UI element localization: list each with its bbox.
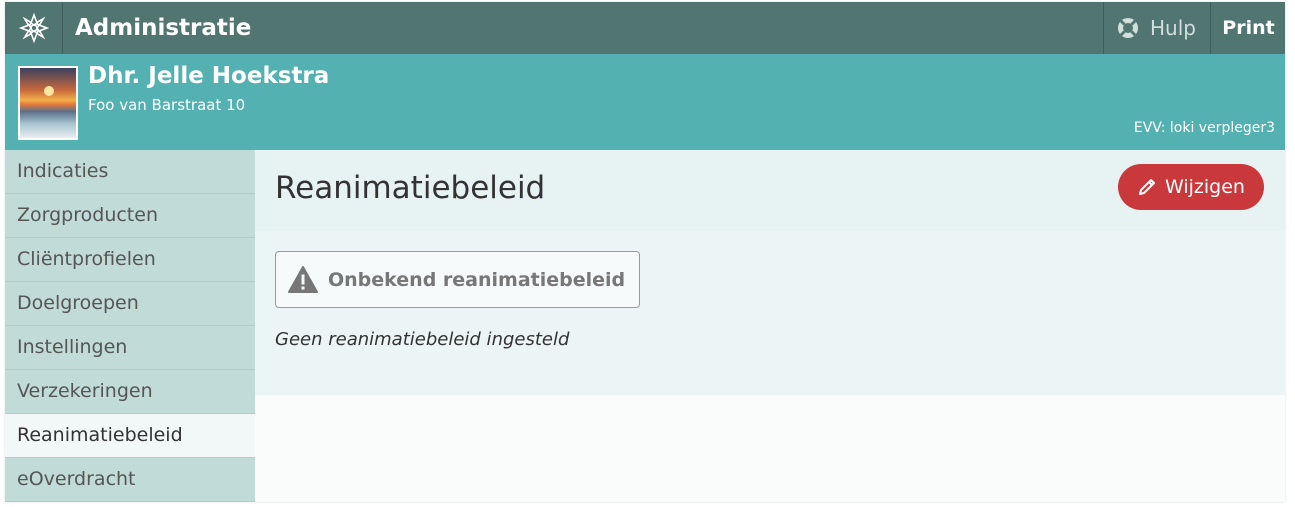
sidebar-item-reanimatiebeleid[interactable]: Reanimatiebeleid	[5, 414, 255, 458]
empty-state-note: Geen reanimatiebeleid ingesteld	[275, 329, 570, 350]
lifebuoy-icon	[1118, 18, 1138, 38]
status-label: Onbekend reanimatiebeleid	[328, 268, 626, 291]
patient-banner: Dhr. Jelle Hoekstra Foo van Barstraat 10…	[5, 54, 1285, 150]
edit-button-label: Wijzigen	[1165, 176, 1245, 198]
content-area: Onbekend reanimatiebeleid Geen reanimati…	[255, 231, 1285, 395]
evv-label: EVV: loki verpleger3	[1133, 120, 1275, 136]
sidebar-item-zorgproducten[interactable]: Zorgproducten	[5, 194, 255, 238]
sidebar-nav: Indicaties Zorgproducten Cliëntprofielen…	[5, 150, 255, 502]
help-label: Hulp	[1150, 16, 1196, 40]
app-window: Administratie Hulp Print Dhr. Jelle Hoek…	[5, 2, 1285, 502]
print-button[interactable]: Print	[1210, 2, 1286, 54]
main-header: Reanimatiebeleid Wijzigen	[255, 150, 1285, 231]
status-badge: Onbekend reanimatiebeleid	[275, 251, 641, 308]
patient-address: Foo van Barstraat 10	[88, 96, 246, 114]
main-panel: Reanimatiebeleid Wijzigen Onbekend reani…	[255, 150, 1285, 502]
sidebar-item-doelgroepen[interactable]: Doelgroepen	[5, 282, 255, 326]
sidebar-item-instellingen[interactable]: Instellingen	[5, 326, 255, 370]
flower-logo-icon[interactable]	[5, 2, 63, 54]
page-title: Reanimatiebeleid	[275, 170, 546, 206]
patient-avatar	[18, 66, 78, 140]
sidebar-item-verzekeringen[interactable]: Verzekeringen	[5, 370, 255, 414]
top-bar: Administratie Hulp Print	[5, 2, 1285, 54]
warning-icon	[288, 266, 318, 293]
edit-button[interactable]: Wijzigen	[1118, 164, 1264, 210]
pencil-icon	[1139, 179, 1155, 195]
help-button[interactable]: Hulp	[1103, 2, 1210, 54]
patient-name: Dhr. Jelle Hoekstra	[88, 63, 330, 89]
sidebar-item-clientprofielen[interactable]: Cliëntprofielen	[5, 238, 255, 282]
sidebar-item-indicaties[interactable]: Indicaties	[5, 150, 255, 194]
app-title: Administratie	[75, 15, 252, 41]
sidebar-item-eoverdracht[interactable]: eOverdracht	[5, 458, 255, 502]
